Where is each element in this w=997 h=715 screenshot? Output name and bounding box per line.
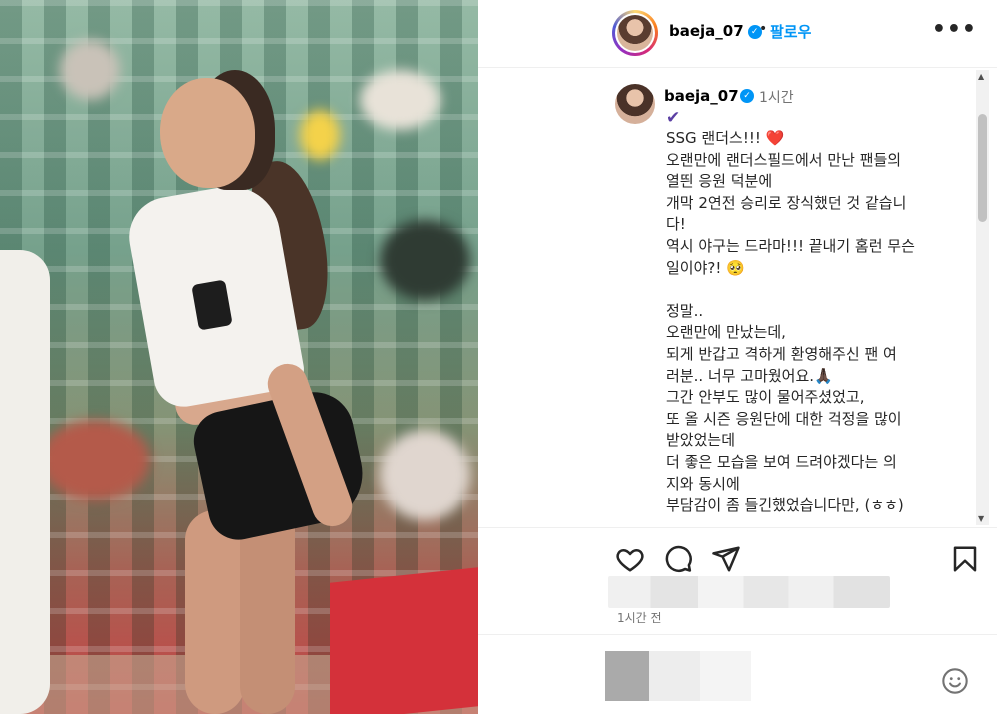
post-photo[interactable] xyxy=(0,0,478,714)
photo-face xyxy=(160,78,255,188)
caption-username[interactable]: baeja_07 xyxy=(664,87,739,105)
scroll-up-icon[interactable]: ▲ xyxy=(978,72,984,81)
post-timestamp[interactable]: 1시간 전 xyxy=(617,609,662,626)
header-avatar-ring[interactable] xyxy=(612,10,658,56)
likes-count-blurred[interactable] xyxy=(608,576,890,608)
photo-leg xyxy=(185,510,245,714)
photo-crowd-blob xyxy=(300,110,340,160)
caption-verified-icon: ✓ xyxy=(740,89,754,103)
follow-button[interactable]: 팔로우 xyxy=(770,21,811,42)
avatar[interactable] xyxy=(617,15,653,51)
header-separator: • xyxy=(759,21,768,37)
emoji-icon[interactable] xyxy=(941,667,969,695)
caption-time[interactable]: 1시간 xyxy=(759,87,794,107)
post-details-pane: baeja_07 ✓ • 팔로우 ••• baeja_07 ✓ 1시간 ✔ SSG… xyxy=(478,0,997,714)
photo-red-wall xyxy=(330,567,478,714)
photo-crowd-blob xyxy=(380,430,470,520)
header-username-text[interactable]: baeja_07 xyxy=(669,22,744,40)
scroll-down-icon[interactable]: ▼ xyxy=(978,514,984,523)
scrollbar-thumb[interactable] xyxy=(978,114,987,222)
post-header: baeja_07 ✓ • 팔로우 ••• xyxy=(478,0,997,68)
check-mark-icon: ✔ xyxy=(666,108,681,128)
share-icon[interactable] xyxy=(711,544,741,574)
heart-icon[interactable] xyxy=(615,544,645,574)
comment-icon[interactable] xyxy=(663,544,693,574)
photo-crowd-blob xyxy=(360,70,440,130)
caption-avatar[interactable] xyxy=(615,84,655,124)
comment-placeholder-blurred[interactable] xyxy=(605,651,751,701)
more-options-icon[interactable]: ••• xyxy=(932,19,977,41)
photo-crowd-blob xyxy=(60,40,120,100)
caption-area: baeja_07 ✓ 1시간 ✔ SSG 랜더스!!! ❤️ 오랜만에 랜더스필… xyxy=(478,70,974,525)
photo-crowd-blob xyxy=(380,220,470,300)
bookmark-icon[interactable] xyxy=(950,544,980,574)
caption-scrollbar[interactable]: ▲ ▼ xyxy=(976,70,989,525)
header-avatar-frame xyxy=(615,13,655,53)
comment-input-row[interactable] xyxy=(478,634,997,715)
photo-crowd-blob xyxy=(40,420,150,500)
header-username[interactable]: baeja_07 ✓ xyxy=(669,22,762,40)
photo-player-left xyxy=(0,250,50,714)
caption-text: SSG 랜더스!!! ❤️ 오랜만에 랜더스필드에서 만난 팬들의 열띈 응원 … xyxy=(666,129,915,515)
